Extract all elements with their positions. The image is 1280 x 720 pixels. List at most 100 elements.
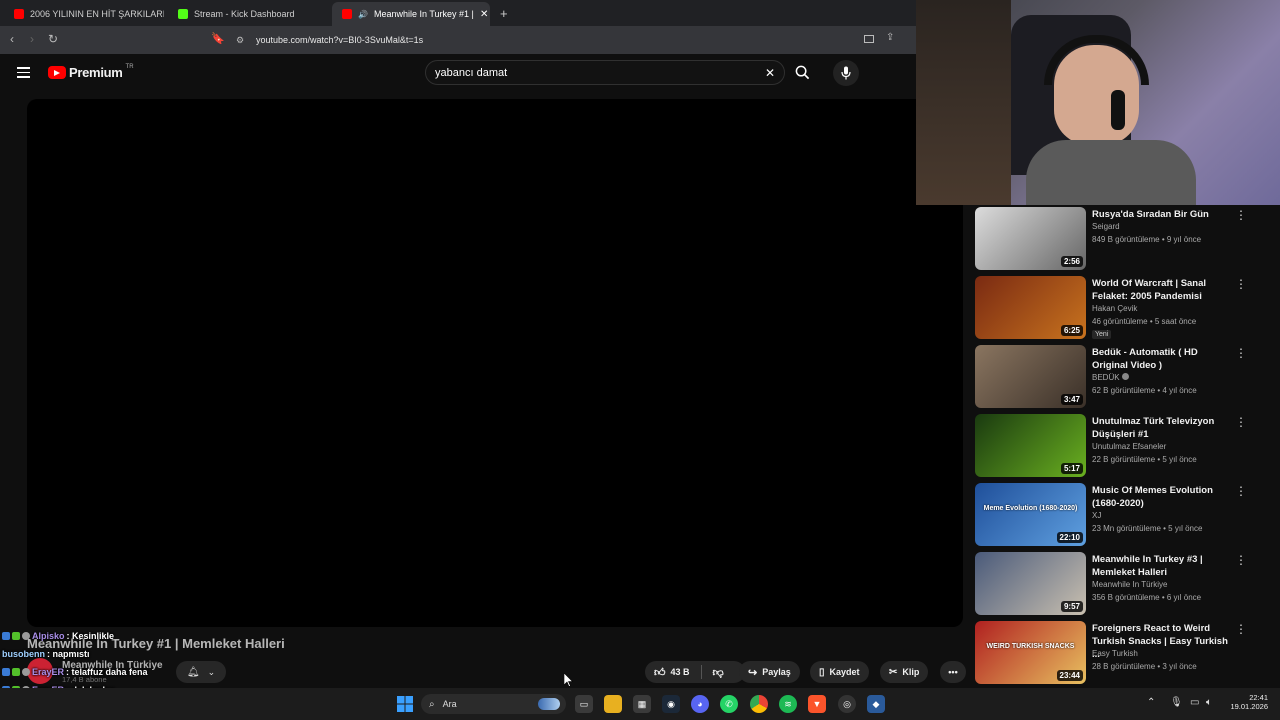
search-icon: ⌕ (429, 698, 435, 710)
related-video-channel[interactable]: XJ (1092, 511, 1101, 520)
file-explorer-icon[interactable] (604, 695, 622, 713)
search-highlight-icon (538, 698, 560, 710)
tray-mic-icon[interactable]: 🎙︎ (1170, 697, 1183, 708)
tab-title: Meanwhile In Turkey #1 | Mem (373, 9, 474, 19)
microphone (1111, 90, 1125, 130)
like-count[interactable]: 43 B (671, 667, 690, 677)
url-field[interactable]: ⚙ youtube.com/watch?v=BI0-3SvuMal&t=1s (228, 30, 908, 50)
related-video-channel[interactable]: Meanwhile In Türkiye (1092, 580, 1167, 589)
video-thumbnail[interactable]: 9:57 (975, 552, 1086, 615)
search-button[interactable] (787, 60, 817, 85)
related-video-item[interactable]: 9:57 Meanwhile In Turkey #3 | Memleket Ha… (975, 552, 1275, 616)
task-view-icon[interactable]: ▭ (575, 695, 593, 713)
taskbar-search[interactable]: ⌕ Ara (421, 694, 566, 714)
related-video-item[interactable]: 3:47 Bedük - Automatik ( HD Original Vide… (975, 345, 1275, 409)
volume-icon[interactable]: 🔈︎ (1206, 697, 1212, 708)
duration-badge: 23:44 (1056, 670, 1083, 681)
video-thumbnail[interactable]: Meme Evolution (1680-2020) 22:10 (975, 483, 1086, 546)
app-icon[interactable]: ◆ (867, 695, 885, 713)
tab-1[interactable]: 2006 YILININ EN HİT ŞARKILARI - Yo (4, 2, 164, 26)
scissors-icon: ✂ (889, 666, 898, 678)
obs-icon[interactable]: ◎ (838, 695, 856, 713)
related-video-item[interactable]: WEIRD TURKISH SNACKS 23:44 Foreigners Reac… (975, 621, 1275, 685)
video-thumbnail[interactable]: 6:25 (975, 276, 1086, 339)
clear-search-icon[interactable]: ✕ (765, 66, 775, 80)
site-info-icon[interactable]: ⚙ (236, 35, 244, 46)
close-tab-icon[interactable]: ✕ (480, 9, 488, 20)
related-video-title[interactable]: World Of Warcraft | Sanal Felaket: 2005 … (1092, 277, 1232, 303)
reload-icon[interactable]: ↻ (48, 32, 58, 46)
video-thumbnail[interactable]: 5:17 (975, 414, 1086, 477)
more-options-icon[interactable]: ⋮ (1235, 485, 1247, 497)
related-video-channel[interactable]: Unutulmaz Efsaneler (1092, 442, 1166, 451)
save-button[interactable]: ▯ Kaydet (810, 661, 869, 683)
video-player[interactable] (27, 99, 963, 627)
start-button[interactable] (396, 695, 414, 713)
tab-2[interactable]: Stream - Kick Dashboard (168, 2, 328, 26)
related-video-item[interactable]: 2:56 Rusya'da Sıradan Bir Gün Seigard 849 B… (975, 207, 1275, 271)
related-video-meta: 849 B görüntüleme • 9 yıl önce (1092, 235, 1202, 244)
related-video-channel[interactable]: Seigard (1092, 222, 1120, 231)
badge-icon (22, 668, 30, 676)
related-video-title[interactable]: Unutulmaz Türk Televizyon Düşüşleri #1 (1092, 415, 1232, 441)
chat-username[interactable]: busobenn (2, 649, 45, 659)
related-video-title[interactable]: Rusya'da Sıradan Bir Gün (1092, 208, 1232, 221)
more-options-icon[interactable]: ⋮ (1235, 347, 1247, 359)
menu-icon[interactable] (17, 67, 30, 78)
tray-chevron-icon[interactable]: ⌃ (1147, 697, 1155, 708)
discord-icon[interactable]: ◕ (691, 695, 709, 713)
spotify-icon[interactable]: ≋ (779, 695, 797, 713)
more-options-icon[interactable]: ⋮ (1235, 623, 1247, 635)
more-options-icon[interactable]: ⋮ (1235, 554, 1247, 566)
tab-3-active[interactable]: 🔊 Meanwhile In Turkey #1 | Mem ✕ (332, 2, 490, 26)
brave-icon[interactable]: ▼ (808, 695, 826, 713)
related-video-title[interactable]: Bedük - Automatik ( HD Original Video ) (1092, 346, 1232, 372)
more-options-icon[interactable]: ⋮ (1235, 209, 1247, 221)
whatsapp-icon[interactable]: ✆ (720, 695, 738, 713)
show-desktop-button[interactable] (1273, 694, 1276, 702)
related-video-channel[interactable]: BEDÜK (1092, 373, 1129, 382)
video-thumbnail[interactable]: 3:47 (975, 345, 1086, 408)
chat-username[interactable]: ErayER (32, 667, 64, 677)
dislike-icon[interactable]: 👎︎ (713, 666, 724, 679)
more-options-icon[interactable]: ⋮ (1235, 416, 1247, 428)
new-tab-button[interactable]: + (500, 6, 508, 21)
related-video-item[interactable]: 6:25 World Of Warcraft | Sanal Felaket: 2… (975, 276, 1275, 340)
clip-button[interactable]: ✂ Klip (880, 661, 929, 683)
bookshelf (916, 0, 1011, 205)
store-icon[interactable]: ▦ (633, 695, 651, 713)
youtube-logo[interactable]: Premium TR (48, 64, 134, 80)
tray-clock[interactable]: 22:41 19.01.2026 (1222, 693, 1268, 711)
related-video-title[interactable]: Music Of Memes Evolution (1680-2020) (1092, 484, 1232, 510)
more-actions-button[interactable]: ••• (940, 661, 966, 683)
subscription-bell-button[interactable]: 🔔︎ ⌄ (176, 661, 226, 683)
video-thumbnail[interactable]: WEIRD TURKISH SNACKS 23:44 (975, 621, 1086, 684)
streamer-body (1026, 140, 1196, 205)
channel-name-text: Hakan Çevik (1092, 304, 1138, 313)
channel-name-text: BEDÜK (1092, 373, 1120, 382)
network-icon[interactable]: ▭ (1190, 697, 1199, 708)
related-video-item[interactable]: Meme Evolution (1680-2020) 22:10 Music Of … (975, 483, 1275, 547)
related-video-channel[interactable]: Easy Turkish (1092, 649, 1138, 658)
steam-icon[interactable]: ◉ (662, 695, 680, 713)
chrome-icon[interactable] (750, 695, 768, 713)
share-page-icon[interactable]: ⇪ (886, 32, 894, 43)
more-options-icon[interactable]: ⋮ (1235, 278, 1247, 290)
forward-icon[interactable]: › (30, 32, 34, 46)
cast-icon[interactable] (864, 35, 874, 43)
channel-name-text: Seigard (1092, 222, 1120, 231)
duration-badge: 5:17 (1060, 463, 1083, 474)
voice-search-button[interactable] (833, 60, 859, 86)
back-icon[interactable]: ‹ (10, 32, 14, 46)
like-icon[interactable]: 👍︎ (654, 666, 666, 679)
related-video-item[interactable]: 5:17 Unutulmaz Türk Televizyon Düşüşleri … (975, 414, 1275, 478)
badge-icon (12, 632, 20, 640)
related-video-title[interactable]: Meanwhile In Turkey #3 | Memleket Haller… (1092, 553, 1232, 579)
verified-icon (1121, 373, 1129, 380)
search-input[interactable]: yabancı damat ✕ (425, 60, 785, 85)
chat-username[interactable]: Alpisko (32, 631, 65, 641)
share-button[interactable]: ↪ Paylaş (739, 661, 800, 683)
bookmark-icon[interactable]: 🔖 (211, 32, 225, 45)
related-video-channel[interactable]: Hakan Çevik (1092, 304, 1137, 313)
video-thumbnail[interactable]: 2:56 (975, 207, 1086, 270)
